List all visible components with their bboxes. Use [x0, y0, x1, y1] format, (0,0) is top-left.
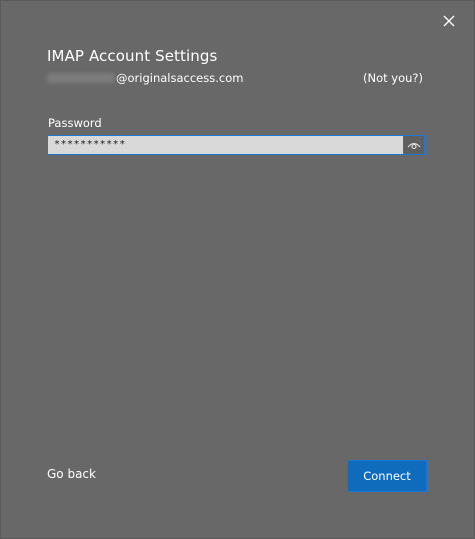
email-domain: @originalsaccess.com — [116, 71, 244, 85]
close-icon — [443, 15, 455, 27]
account-row: @originalsaccess.com (Not you?) — [47, 71, 423, 87]
redacted-username — [47, 73, 115, 83]
reveal-password-button[interactable] — [403, 136, 424, 154]
password-input[interactable] — [48, 136, 403, 154]
password-label: Password — [48, 116, 102, 130]
close-button[interactable] — [439, 11, 459, 31]
connect-button[interactable]: Connect — [347, 460, 427, 492]
go-back-link[interactable]: Go back — [47, 467, 96, 481]
not-you-link[interactable]: (Not you?) — [363, 71, 423, 85]
dialog-title: IMAP Account Settings — [47, 47, 218, 65]
eye-icon — [407, 142, 421, 150]
account-email: @originalsaccess.com — [47, 71, 243, 85]
password-field — [47, 135, 425, 155]
imap-settings-dialog: IMAP Account Settings @originalsaccess.c… — [0, 0, 475, 539]
